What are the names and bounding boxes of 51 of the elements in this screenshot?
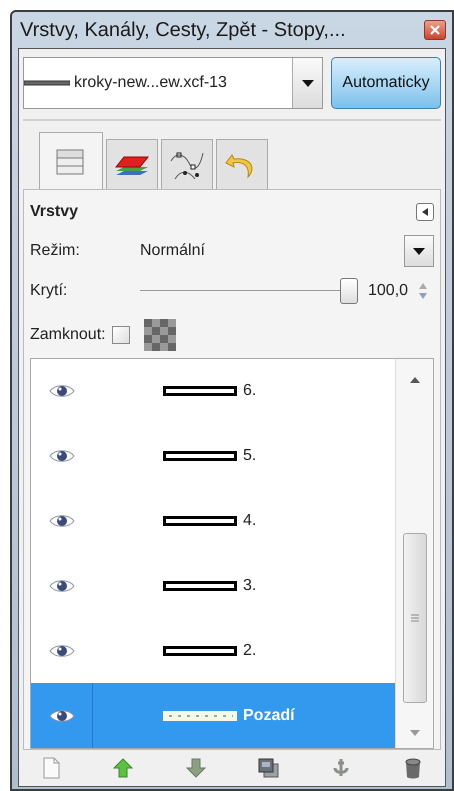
caret-icon bbox=[413, 248, 425, 254]
scrollbar-thumb[interactable] bbox=[402, 533, 426, 703]
mode-value[interactable]: Normální bbox=[140, 239, 404, 263]
dotted-thumbnail-icon bbox=[163, 710, 237, 721]
up-arrow-icon[interactable] bbox=[111, 756, 136, 780]
eye-icon[interactable] bbox=[49, 578, 75, 594]
line-thumbnail-icon bbox=[163, 580, 237, 591]
layer-name: 2. bbox=[243, 640, 256, 661]
layer-name: 4. bbox=[243, 511, 256, 532]
grip-icon bbox=[410, 614, 418, 622]
panel-menu-button[interactable] bbox=[416, 203, 434, 221]
eye-icon[interactable] bbox=[48, 708, 74, 724]
line-thumbnail-icon bbox=[163, 516, 237, 526]
mode-dropdown-button[interactable] bbox=[404, 235, 434, 267]
close-button[interactable] bbox=[424, 20, 446, 40]
layer-name: 3. bbox=[243, 576, 256, 596]
lock-label: Zamknout: bbox=[30, 325, 106, 345]
slider-thumb[interactable] bbox=[340, 278, 358, 304]
dropdown-button[interactable] bbox=[292, 58, 322, 108]
down-arrow-icon[interactable] bbox=[410, 730, 420, 736]
opacity-slider[interactable] bbox=[140, 278, 358, 304]
window-title: Vrstvy, Kanály, Cesty, Zpět - Stopy,... bbox=[20, 18, 347, 43]
layer-name: Pozadí bbox=[243, 706, 295, 726]
caret-icon bbox=[302, 80, 314, 86]
image-combo[interactable]: kroky-new...ew.xcf-13 bbox=[23, 57, 323, 109]
panel-title: Vrstvy bbox=[30, 202, 80, 222]
line-thumbnail-icon bbox=[163, 451, 237, 462]
tab[interactable] bbox=[106, 139, 158, 189]
down-arrow-icon[interactable] bbox=[184, 756, 208, 780]
line-thumbnail-icon bbox=[163, 386, 237, 396]
opacity-value[interactable]: 100,0 bbox=[368, 279, 418, 303]
line-thumbnail-icon bbox=[24, 80, 70, 86]
layer-name: 5. bbox=[243, 446, 256, 466]
opacity-label: Krytí: bbox=[30, 281, 68, 301]
layer-name: 6. bbox=[243, 381, 256, 402]
eye-icon[interactable] bbox=[49, 642, 75, 659]
line-thumbnail-icon bbox=[163, 646, 237, 656]
up-arrow-icon[interactable] bbox=[410, 377, 420, 383]
checkerboard-icon bbox=[144, 319, 176, 351]
duplicate-icon[interactable] bbox=[256, 756, 280, 780]
scrollbar[interactable] bbox=[395, 359, 433, 748]
tab[interactable] bbox=[161, 139, 213, 189]
eye-icon[interactable] bbox=[49, 513, 75, 530]
image-name: kroky-new...ew.xcf-13 bbox=[74, 73, 228, 93]
mode-label: Režim: bbox=[30, 241, 81, 261]
close-icon bbox=[430, 25, 440, 35]
eye-icon[interactable] bbox=[49, 383, 75, 400]
auto-button[interactable]: Automaticky bbox=[331, 57, 441, 109]
left-arrow-icon bbox=[422, 208, 428, 216]
lock-checkbox[interactable] bbox=[112, 326, 130, 344]
eye-icon[interactable] bbox=[49, 448, 75, 464]
